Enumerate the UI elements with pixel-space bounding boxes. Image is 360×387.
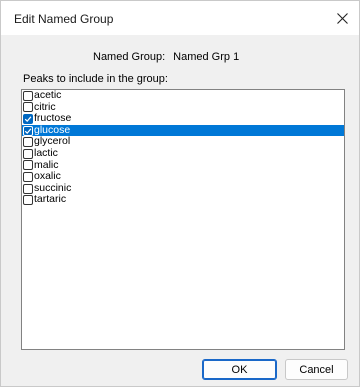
close-button[interactable] <box>329 5 355 31</box>
peak-checkbox[interactable] <box>23 183 33 194</box>
peak-list-item[interactable]: tartaric <box>22 194 344 206</box>
cancel-button[interactable]: Cancel <box>285 359 348 380</box>
named-group-label: Named Group: <box>93 51 166 63</box>
peak-checkbox[interactable] <box>23 195 33 206</box>
named-group-value: Named Grp 1 <box>173 51 240 63</box>
peak-list-item[interactable]: malic <box>22 159 344 172</box>
peak-list-item[interactable]: fructose <box>22 113 344 125</box>
peak-list-item[interactable]: lactic <box>22 146 344 160</box>
ok-button[interactable]: OK <box>202 359 277 380</box>
peak-checkbox[interactable] <box>23 113 33 124</box>
peak-list-item[interactable]: acetic <box>22 90 344 102</box>
peak-checkbox[interactable] <box>23 125 33 136</box>
peak-checkbox[interactable] <box>23 148 33 159</box>
peak-list-item[interactable]: glycerol <box>22 136 344 148</box>
peaks-listbox[interactable]: acetic citric fructose glucose glycerol lacti… <box>21 89 345 350</box>
peak-list-item[interactable]: glucose <box>22 124 344 137</box>
title-bar: Edit Named Group <box>1 1 359 35</box>
peak-checkbox[interactable] <box>23 160 33 171</box>
peak-label: oxalic <box>34 170 61 183</box>
peak-label: acetic <box>34 89 62 101</box>
peak-label: tartaric <box>34 193 67 206</box>
peak-checkbox[interactable] <box>23 102 33 113</box>
peak-list-item[interactable]: succinic <box>22 182 344 195</box>
peaks-label: Peaks to include in the group: <box>23 73 168 85</box>
checkmark-icon <box>24 127 32 134</box>
peak-checkbox[interactable] <box>23 90 33 101</box>
peak-checkbox[interactable] <box>23 137 33 148</box>
peak-label: lactic <box>34 146 58 159</box>
edit-named-group-dialog: Edit Named Group Named Group: Named Grp 1… <box>0 0 360 387</box>
checkmark-icon <box>24 116 32 122</box>
named-group-row: Named Group: Named Grp 1 <box>93 51 239 63</box>
peak-list-item[interactable]: oxalic <box>22 171 344 183</box>
peak-checkbox[interactable] <box>23 171 33 182</box>
window-title: Edit Named Group <box>14 12 114 26</box>
close-icon <box>336 12 348 24</box>
